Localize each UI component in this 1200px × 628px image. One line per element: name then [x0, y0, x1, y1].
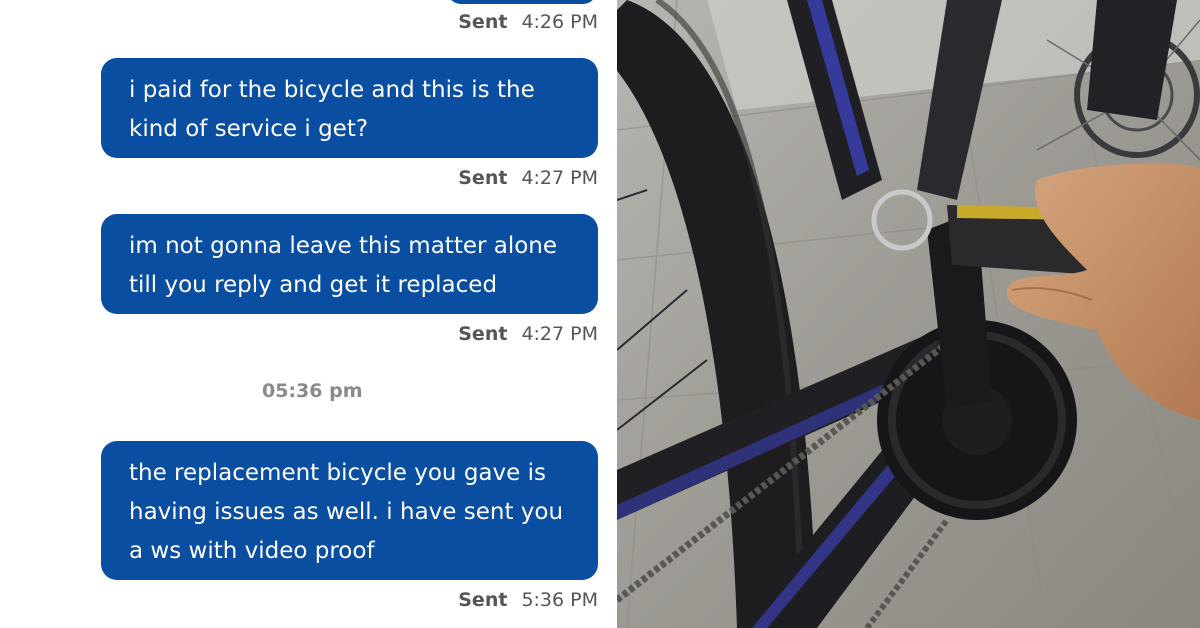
message-text: the replacement bicycle you gave is havi…: [129, 460, 564, 564]
sent-label: Sent: [458, 167, 508, 189]
message-text: im not gonna leave this matter alone til…: [129, 233, 558, 298]
sent-label: Sent: [458, 11, 508, 33]
message-time: 5:36 PM: [521, 589, 598, 611]
bicycle-photo: [617, 0, 1200, 628]
date-separator: 05:36 pm: [262, 380, 363, 402]
message-time: 4:27 PM: [521, 167, 598, 189]
message-time: 4:26 PM: [521, 11, 598, 33]
message-status: Sent 4:26 PM: [458, 11, 598, 33]
message-bubble[interactable]: the replacement bicycle you gave is havi…: [101, 441, 598, 580]
message-status: Sent 5:36 PM: [458, 589, 598, 611]
message-status: Sent 4:27 PM: [458, 167, 598, 189]
sent-label: Sent: [458, 589, 508, 611]
message-bubble[interactable]: i paid for the bicycle and this is the k…: [101, 58, 598, 158]
bicycle-photo-illustration: [617, 0, 1200, 628]
message-status: Sent 4:27 PM: [458, 323, 598, 345]
message-bubble-partial: [447, 0, 597, 4]
message-text: i paid for the bicycle and this is the k…: [129, 77, 535, 142]
message-time: 4:27 PM: [521, 323, 598, 345]
sent-label: Sent: [458, 323, 508, 345]
chat-screenshot: Sent 4:26 PM i paid for the bicycle and t…: [0, 0, 617, 628]
message-bubble[interactable]: im not gonna leave this matter alone til…: [101, 214, 598, 314]
